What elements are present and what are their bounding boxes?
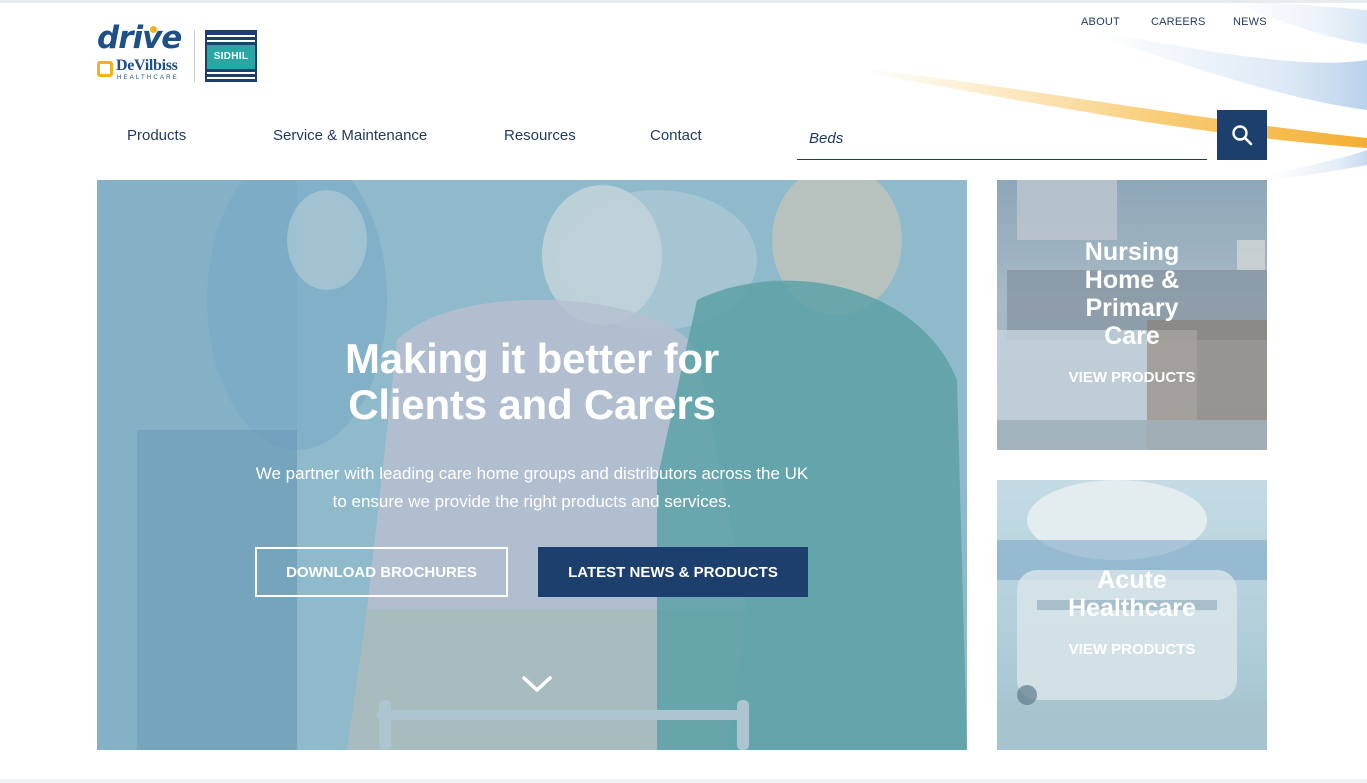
nav-resources[interactable]: Resources: [504, 127, 576, 144]
sidhil-stripe: [207, 40, 255, 42]
hero-subtitle-line-1: We partner with leading care home groups…: [255, 464, 809, 483]
search-input[interactable]: [809, 126, 1199, 150]
logo-divider: [194, 30, 195, 82]
card-nursing-title-line: Care: [1104, 322, 1160, 350]
card-nursing-view-products-link[interactable]: VIEW PRODUCTS: [997, 369, 1267, 386]
util-nav-news[interactable]: NEWS: [1233, 16, 1267, 28]
drive-logo-text: drive: [97, 20, 182, 56]
card-nursing-home[interactable]: Nursing Home & Primary Care VIEW PRODUCT…: [997, 180, 1267, 450]
card-nursing-title-line: Primary: [1085, 294, 1179, 322]
card-acute-title-line: Healthcare: [1068, 594, 1196, 622]
sidhil-logo-text: SIDHIL: [207, 45, 255, 69]
card-nursing-title-line: Home &: [1084, 266, 1180, 294]
card-nursing-title: Nursing Home & Primary Care: [997, 238, 1267, 350]
decorative-swoosh: [860, 0, 1367, 180]
devilbiss-mark-icon: [97, 61, 113, 77]
util-nav-careers[interactable]: CAREERS: [1151, 16, 1206, 28]
hero-banner: Making it better for Clients and Carers …: [97, 180, 967, 750]
card-acute-view-products-link[interactable]: VIEW PRODUCTS: [997, 641, 1267, 658]
hero-title-line-2: Clients and Carers: [348, 381, 716, 428]
latest-news-products-button[interactable]: LATEST NEWS & PRODUCTS: [538, 547, 808, 597]
util-nav-about[interactable]: ABOUT: [1081, 16, 1120, 28]
devilbiss-logo-text: DeVilbiss: [116, 57, 178, 74]
sidhil-stripe: [207, 35, 255, 37]
hero-subtitle-line-2: to ensure we provide the right products …: [332, 492, 732, 511]
top-border: [0, 0, 1367, 3]
card-nursing-title-line: Nursing: [1084, 238, 1180, 266]
download-brochures-button[interactable]: DOWNLOAD BROCHURES: [255, 547, 508, 597]
hero-title: Making it better for Clients and Carers: [97, 336, 967, 428]
brand-logo[interactable]: drive DeVilbiss HEALTHCARE SIDHIL: [97, 20, 267, 86]
hero-title-line-1: Making it better for: [344, 335, 720, 382]
sidhil-stripe: [207, 77, 255, 79]
devilbiss-tagline: HEALTHCARE: [117, 75, 179, 81]
hero-subtitle: We partner with leading care home groups…: [232, 460, 832, 516]
chevron-down-icon[interactable]: [521, 674, 553, 694]
bottom-border: [0, 779, 1367, 783]
card-acute-title-line: Acute: [1097, 566, 1167, 594]
card-acute-healthcare[interactable]: Acute Healthcare VIEW PRODUCTS: [997, 480, 1267, 750]
sidhil-stripe: [207, 72, 255, 74]
search-button[interactable]: [1217, 110, 1267, 160]
nav-products[interactable]: Products: [127, 127, 186, 144]
logo-dot: [150, 26, 157, 33]
sidhil-logo: SIDHIL: [205, 30, 257, 82]
search-icon: [1232, 125, 1253, 146]
card-acute-title: Acute Healthcare: [997, 566, 1267, 622]
search-field: [797, 118, 1207, 160]
nav-contact[interactable]: Contact: [650, 127, 702, 144]
nav-service-maintenance[interactable]: Service & Maintenance: [273, 127, 427, 144]
